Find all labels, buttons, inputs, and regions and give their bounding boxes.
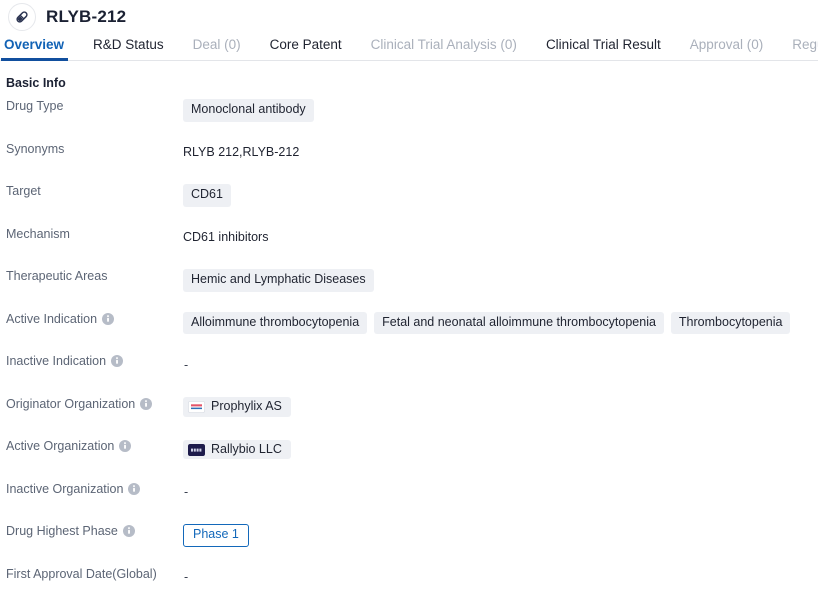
rallybio-logo — [188, 444, 205, 456]
value-empty-dash: - — [183, 570, 188, 584]
info-icon[interactable] — [102, 313, 114, 325]
drug-phase-badge[interactable]: Phase 1 — [183, 524, 249, 547]
value-text: CD61 inhibitors — [183, 230, 268, 244]
info-row-label-text: Inactive Indication — [6, 354, 106, 368]
tab-rd-status[interactable]: R&D Status — [93, 38, 164, 61]
info-row-value: Alloimmune thrombocytopenia Fetal and neo… — [183, 312, 818, 335]
info-row: Target CD61 — [0, 184, 818, 227]
info-row-label-text: First Approval Date(Global) — [6, 567, 157, 581]
info-row-label: Synonyms — [0, 142, 183, 156]
info-row-label: Active Organization — [0, 439, 183, 453]
info-row: Originator Organization Prophylix AS — [0, 397, 818, 440]
value-text: RLYB 212,RLYB-212 — [183, 145, 299, 159]
organization-chip[interactable]: Rallybio LLC — [183, 440, 291, 460]
info-row: Mechanism CD61 inhibitors — [0, 227, 818, 270]
value-chip[interactable]: Alloimmune thrombocytopenia — [183, 312, 367, 335]
value-chip[interactable]: Hemic and Lymphatic Diseases — [183, 269, 374, 292]
value-chip[interactable]: Monoclonal antibody — [183, 99, 314, 122]
info-row: Synonyms RLYB 212,RLYB-212 — [0, 142, 818, 185]
info-row-label-text: Inactive Organization — [6, 482, 123, 496]
organization-chip[interactable]: Prophylix AS — [183, 397, 291, 417]
tab-core-patent[interactable]: Core Patent — [270, 38, 342, 61]
info-icon[interactable] — [123, 525, 135, 537]
tab-regulation[interactable]: Regulation (0) — [792, 38, 818, 61]
info-row-label: Inactive Indication — [0, 354, 183, 368]
info-row-label: Inactive Organization — [0, 482, 183, 496]
value-empty-dash: - — [183, 485, 188, 499]
prophylix-logo — [188, 401, 205, 413]
info-row: Inactive Organization - — [0, 482, 818, 525]
info-row-value: Hemic and Lymphatic Diseases — [183, 269, 818, 292]
info-row-label-text: Mechanism — [6, 227, 70, 241]
info-row-label-text: Therapeutic Areas — [6, 269, 107, 283]
tab-approval[interactable]: Approval (0) — [690, 38, 764, 61]
info-row-label-text: Originator Organization — [6, 397, 135, 411]
info-row-value: RLYB 212,RLYB-212 — [183, 142, 818, 163]
info-row: First Approval Date(Global) - — [0, 567, 818, 609]
info-icon[interactable] — [111, 355, 123, 367]
tab-deal[interactable]: Deal (0) — [193, 38, 241, 61]
info-row-label-text: Active Indication — [6, 312, 97, 326]
info-row-label: Therapeutic Areas — [0, 269, 183, 283]
tab-clinical-trial-result[interactable]: Clinical Trial Result — [546, 38, 661, 61]
info-row-value: CD61 inhibitors — [183, 227, 818, 248]
organization-name: Prophylix AS — [211, 400, 282, 414]
info-row-label-text: Target — [6, 184, 41, 198]
info-row-label: Drug Type — [0, 99, 183, 113]
info-row-value: - — [183, 567, 818, 588]
value-empty-dash: - — [183, 358, 188, 372]
tabbar: Overview R&D Status Deal (0) Core Patent… — [0, 33, 818, 61]
info-row-label-text: Synonyms — [6, 142, 64, 156]
info-row: Active Organization Rallybio LLC — [0, 439, 818, 482]
info-icon[interactable] — [140, 398, 152, 410]
info-row-value: CD61 — [183, 184, 818, 207]
info-row-label: Drug Highest Phase — [0, 524, 183, 538]
info-row-label: Active Indication — [0, 312, 183, 326]
info-row-label-text: Drug Type — [6, 99, 63, 113]
tab-clinical-trial-analysis[interactable]: Clinical Trial Analysis (0) — [371, 38, 517, 61]
info-row: Drug Highest Phase Phase 1 — [0, 524, 818, 567]
pill-capsule-icon — [8, 3, 36, 31]
info-row-value: Rallybio LLC — [183, 439, 818, 460]
info-row: Active Indication Alloimmune thrombocytop… — [0, 312, 818, 355]
info-icon[interactable] — [119, 440, 131, 452]
info-row-label: Originator Organization — [0, 397, 183, 411]
info-row: Drug Type Monoclonal antibody — [0, 99, 818, 142]
info-row-label-text: Drug Highest Phase — [6, 524, 118, 538]
info-row: Inactive Indication - — [0, 354, 818, 397]
info-row-label-text: Active Organization — [6, 439, 114, 453]
value-chip[interactable]: Thrombocytopenia — [671, 312, 791, 335]
info-row-value: Phase 1 — [183, 524, 818, 547]
organization-name: Rallybio LLC — [211, 443, 282, 457]
info-row: Therapeutic Areas Hemic and Lymphatic Dis… — [0, 269, 818, 312]
info-row-value: - — [183, 354, 818, 375]
info-row-value: - — [183, 482, 818, 503]
info-row-value: Prophylix AS — [183, 397, 818, 418]
value-chip[interactable]: Fetal and neonatal alloimmune thrombocyt… — [374, 312, 664, 335]
drug-header: RLYB-212 — [0, 0, 818, 33]
section-title-basic-info: Basic Info — [0, 61, 818, 90]
page-title: RLYB-212 — [46, 7, 126, 27]
info-row-label: Mechanism — [0, 227, 183, 241]
info-row-label: First Approval Date(Global) — [0, 567, 183, 581]
info-icon[interactable] — [128, 483, 140, 495]
value-chip[interactable]: CD61 — [183, 184, 231, 207]
tab-overview[interactable]: Overview — [4, 38, 64, 61]
info-row-label: Target — [0, 184, 183, 198]
info-row-value: Monoclonal antibody — [183, 99, 818, 122]
basic-info-rows: Drug Type Monoclonal antibody Synonyms RLYB… — [0, 90, 818, 609]
